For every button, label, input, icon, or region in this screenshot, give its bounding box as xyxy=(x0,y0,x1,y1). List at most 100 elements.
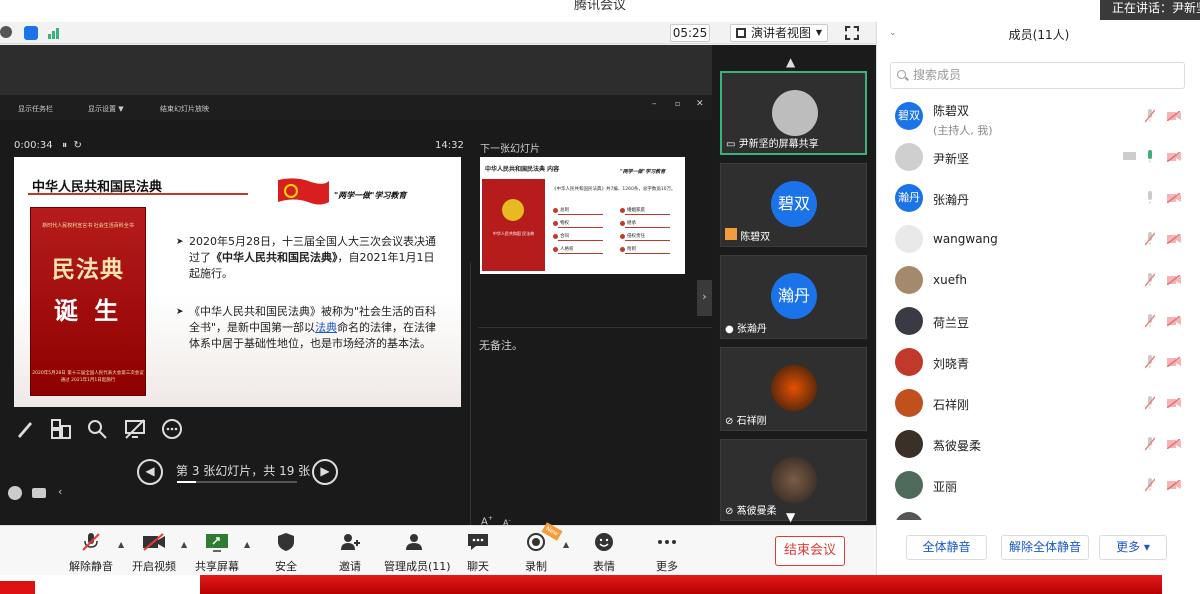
scroll-up-icon[interactable]: ▲ xyxy=(786,55,795,69)
member-row[interactable]: 石祥刚 xyxy=(877,383,1200,424)
mic-muted-icon[interactable] xyxy=(1145,232,1155,246)
unmute-all-button[interactable]: 解除全体静音 xyxy=(1001,535,1089,560)
video-tile[interactable]: 碧双 陈碧双 xyxy=(720,163,867,247)
member-row[interactable]: wangwang xyxy=(877,219,1200,260)
member-search-input[interactable]: 搜索成员 xyxy=(890,62,1185,89)
emoji-reaction-icon[interactable] xyxy=(8,486,22,500)
presenter-view: 0:00:34 ⏸ ↻ 14:32 下一张幻灯片 中华人民共和国民法典 "两学一… xyxy=(0,120,712,594)
mic-icon[interactable] xyxy=(1145,150,1155,164)
member-row[interactable]: 蒍彼曼柔 xyxy=(877,424,1200,465)
ppt-menu-bar: 显示任务栏 显示设置 ▼ 结束幻灯片放映 – ▫ ✕ xyxy=(0,95,712,120)
member-row[interactable]: 尹新坚 xyxy=(877,137,1200,178)
member-row[interactable]: xuefh xyxy=(877,260,1200,301)
mic-icon[interactable] xyxy=(1145,191,1155,205)
member-row-partial[interactable] xyxy=(877,506,1200,520)
member-name: 陈碧双 xyxy=(933,104,970,118)
security-button[interactable]: 安全 xyxy=(272,532,300,573)
emoji-button[interactable]: 表情 xyxy=(592,532,616,573)
member-row[interactable]: 刘晓青 xyxy=(877,342,1200,383)
member-row[interactable]: 亚丽 xyxy=(877,465,1200,506)
mic-muted-icon[interactable] xyxy=(1145,437,1155,451)
bottom-toolbar: 解除静音 ▲ 开启视频 ▲ 共享屏幕 ▲ 安全 邀请 管理成员(11) 聊天 录… xyxy=(0,522,876,575)
video-tile[interactable]: 瀚丹 ● 张瀚丹 xyxy=(720,255,867,339)
camera-off-icon[interactable] xyxy=(1167,152,1181,162)
video-tile[interactable]: ⊘ 蒍彼曼柔 xyxy=(720,439,867,521)
unmute-button[interactable]: 解除静音 xyxy=(68,532,114,573)
video-tile[interactable]: ⊘ 石祥刚 xyxy=(720,347,867,431)
camera-off-icon[interactable] xyxy=(1167,111,1181,121)
shield-icon[interactable] xyxy=(24,26,38,40)
share-screen-icon xyxy=(206,534,228,552)
more-button[interactable]: 更多 xyxy=(655,532,679,573)
member-row[interactable]: 碧双 陈碧双 (主持人, 我) xyxy=(877,96,1200,137)
record-button[interactable]: 录制 xyxy=(524,532,548,573)
camera-off-icon[interactable] xyxy=(1167,357,1181,367)
more-options-icon[interactable] xyxy=(161,418,183,440)
mic-muted-icon[interactable] xyxy=(1145,478,1155,492)
close-icon[interactable]: ✕ xyxy=(696,99,704,109)
camera-off-icon[interactable] xyxy=(1167,275,1181,285)
background-decoration xyxy=(0,581,35,594)
mic-muted-icon xyxy=(82,533,100,551)
law-link[interactable]: 法典 xyxy=(315,321,337,334)
manage-members-button[interactable]: 管理成员(11) xyxy=(384,532,451,573)
book-subtitle: 诞 生 xyxy=(53,297,123,325)
member-row[interactable]: 瀚丹 张瀚丹 xyxy=(877,178,1200,219)
member-name: 石祥刚 xyxy=(933,398,970,412)
zoom-icon[interactable] xyxy=(86,418,108,440)
more-button[interactable]: 更多 ▾ xyxy=(1099,535,1167,560)
chat-button[interactable]: 聊天 xyxy=(466,532,490,573)
slides-grid-icon[interactable] xyxy=(50,418,72,440)
camera-off-icon[interactable] xyxy=(1167,193,1181,203)
background-strip xyxy=(0,575,1200,594)
camera-off-icon[interactable] xyxy=(1167,439,1181,449)
audio-caret-icon[interactable]: ▲ xyxy=(118,540,124,549)
add-user-icon xyxy=(341,534,360,550)
share-caret-icon[interactable]: ▲ xyxy=(244,540,250,549)
info-icon[interactable] xyxy=(0,26,12,38)
next-slide-item: 附则 xyxy=(620,247,670,254)
reset-icon[interactable]: ↻ xyxy=(73,140,81,151)
next-slide-item: 继承 xyxy=(620,221,670,228)
signal-icon[interactable] xyxy=(47,26,61,40)
invite-button[interactable]: 邀请 xyxy=(336,532,364,573)
video-tile[interactable]: ▭ 尹新坚的屏幕共享 xyxy=(720,71,867,155)
camera-off-icon[interactable] xyxy=(1167,316,1181,326)
mic-muted-icon[interactable] xyxy=(1145,314,1155,328)
end-meeting-button[interactable]: 结束会议 xyxy=(775,536,845,566)
start-video-button[interactable]: 开启视频 xyxy=(132,532,176,573)
pause-icon[interactable]: ⏸ xyxy=(62,140,67,151)
video-caret-icon[interactable]: ▲ xyxy=(181,540,187,549)
share-screen-button[interactable]: 共享屏幕 xyxy=(195,532,239,573)
black-screen-icon[interactable] xyxy=(124,418,146,440)
book-header-text: 新时代人民权利宣言书 社会生活百科全书 xyxy=(42,223,134,229)
mic-muted-icon[interactable] xyxy=(1145,396,1155,410)
mute-all-button[interactable]: 全体静音 xyxy=(906,535,987,560)
next-slide-button[interactable]: ▶ xyxy=(312,459,338,485)
member-row[interactable]: 荷兰豆 xyxy=(877,301,1200,342)
screen-share-icon xyxy=(1123,152,1136,160)
ppt-menu-taskbar[interactable]: 显示任务栏 xyxy=(18,104,53,114)
view-mode-select[interactable]: 演讲者视图 ▼ xyxy=(730,24,828,42)
minimize-icon[interactable]: – xyxy=(652,99,657,109)
chat-bubble-icon[interactable] xyxy=(32,488,46,498)
mic-muted-icon[interactable] xyxy=(1145,273,1155,287)
mic-muted-icon[interactable] xyxy=(1145,355,1155,369)
record-caret-icon[interactable]: ▲ xyxy=(563,540,569,549)
collapse-left-icon[interactable]: ‹ xyxy=(58,485,62,498)
pen-icon[interactable] xyxy=(14,418,36,440)
camera-off-icon[interactable] xyxy=(1167,398,1181,408)
title-bar: 腾讯会议 xyxy=(0,0,1200,22)
restore-icon[interactable]: ▫ xyxy=(675,99,680,108)
fullscreen-icon[interactable] xyxy=(845,26,859,40)
camera-off-icon[interactable] xyxy=(1167,480,1181,490)
ppt-menu-end-show[interactable]: 结束幻灯片放映 xyxy=(160,104,209,114)
prev-slide-button[interactable]: ◀ xyxy=(137,459,163,485)
camera-off-icon[interactable] xyxy=(1167,234,1181,244)
expand-strip-icon[interactable]: › xyxy=(697,280,712,316)
mic-muted-icon[interactable] xyxy=(1145,109,1155,123)
next-slide-preview[interactable]: 中华人民共和国民法典 内容 "两学一做"学习教育 中华人民共和国 民法典 《中华… xyxy=(480,157,685,274)
scroll-down-icon[interactable]: ▼ xyxy=(786,510,795,524)
ppt-menu-display-settings[interactable]: 显示设置 ▼ xyxy=(88,104,124,114)
avatar xyxy=(895,348,923,376)
